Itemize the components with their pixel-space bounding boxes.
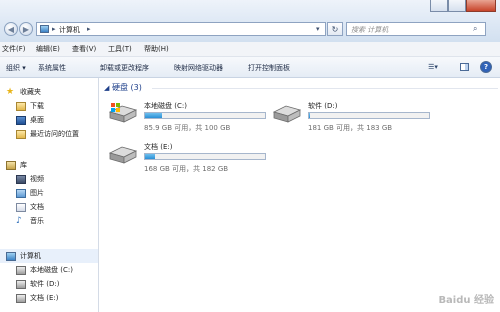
chevron-down-icon: ▾: [20, 64, 26, 72]
hard-drive-icon: [272, 105, 302, 123]
sidebar-item-desktop[interactable]: 桌面: [0, 113, 98, 127]
sidebar-item-documents[interactable]: 文档: [0, 200, 98, 214]
map-network-drive-button[interactable]: 映射网络驱动器: [174, 63, 223, 73]
chevron-down-icon: ▾: [434, 63, 438, 71]
hard-drive-icon: [16, 279, 26, 289]
sidebar-item-label: 视频: [30, 175, 44, 183]
view-options-button[interactable]: ☰ ▾: [422, 61, 444, 73]
drive-tile-e[interactable]: 文档 (E:) 168 GB 可用，共 182 GB: [108, 139, 266, 175]
help-button[interactable]: ?: [480, 61, 492, 73]
menu-view[interactable]: 查看(V): [72, 44, 96, 54]
sidebar-item-videos[interactable]: 视频: [0, 172, 98, 186]
recent-places-icon: [16, 129, 26, 139]
video-icon: [16, 174, 26, 184]
system-properties-button[interactable]: 系统属性: [38, 63, 66, 73]
sidebar-libraries[interactable]: 库: [0, 158, 98, 172]
menu-help[interactable]: 帮助(H): [144, 44, 169, 54]
star-icon: ★: [6, 86, 15, 97]
organize-label: 组织: [6, 64, 20, 72]
group-header-hard-drives[interactable]: 硬盘 (3): [112, 82, 142, 93]
computer-icon: [40, 25, 49, 33]
drive-d-usage-bar: [308, 112, 430, 119]
group-divider: [152, 88, 498, 89]
library-icon: [6, 160, 16, 170]
music-icon: ♪: [16, 215, 22, 226]
watermark: Baidu 经验: [438, 295, 494, 306]
uninstall-program-button[interactable]: 卸载或更改程序: [100, 63, 149, 73]
sidebar-item-label: 下载: [30, 102, 44, 110]
drive-d-space: 181 GB 可用，共 183 GB: [308, 124, 393, 132]
computer-icon: [6, 251, 16, 261]
open-control-panel-button[interactable]: 打开控制面板: [248, 63, 290, 73]
sidebar-item-label: 本地磁盘 (C:): [30, 266, 73, 274]
preview-pane-button[interactable]: [458, 61, 470, 73]
sidebar-item-recent-places[interactable]: 最近访问的位置: [0, 127, 98, 141]
drive-c-name: 本地磁盘 (C:): [144, 102, 187, 110]
breadcrumb-computer[interactable]: 计算机: [59, 25, 80, 35]
organize-button[interactable]: 组织 ▾: [6, 63, 26, 73]
sidebar-item-music[interactable]: ♪ 音乐: [0, 214, 98, 228]
drive-e-usage-bar: [144, 153, 266, 160]
windows-drive-icon: [108, 103, 138, 123]
sidebar-item-downloads[interactable]: 下载: [0, 99, 98, 113]
windows-drive-icon: [16, 265, 26, 275]
search-icon[interactable]: ⌕: [473, 24, 477, 34]
hard-drive-icon: [108, 146, 138, 164]
pictures-icon: [16, 188, 26, 198]
arrow-right-icon: ▶: [22, 24, 30, 34]
drive-c-usage-fill: [145, 113, 162, 118]
drive-e-usage-fill: [145, 154, 155, 159]
search-placeholder: 搜索 计算机: [351, 26, 389, 34]
sidebar-item-label: 文档: [30, 203, 44, 211]
sidebar-favorites-label: 收藏夹: [20, 88, 41, 96]
back-button[interactable]: ◀: [4, 22, 18, 36]
address-bar[interactable]: ▸ 计算机 ▸ ▾: [36, 22, 326, 36]
menu-edit[interactable]: 编辑(E): [36, 44, 60, 54]
drive-c-space: 85.9 GB 可用，共 100 GB: [144, 124, 231, 132]
drive-c-usage-bar: [144, 112, 266, 119]
sidebar-item-label: 文档 (E:): [30, 294, 59, 302]
refresh-button[interactable]: ↻: [327, 22, 343, 36]
close-button[interactable]: [466, 0, 496, 12]
collapse-arrow-icon[interactable]: ◢: [104, 84, 109, 92]
menu-tools[interactable]: 工具(T): [108, 44, 132, 54]
drive-tile-d[interactable]: 软件 (D:) 181 GB 可用，共 183 GB: [272, 98, 430, 134]
sidebar-favorites[interactable]: ★ 收藏夹: [0, 85, 98, 99]
sidebar-item-label: 音乐: [30, 217, 44, 225]
sidebar-item-label: 最近访问的位置: [30, 130, 79, 138]
refresh-icon: ↻: [331, 24, 339, 34]
chevron-right-icon: ▸: [52, 25, 56, 33]
maximize-button[interactable]: [448, 0, 466, 12]
sidebar-item-drive-c[interactable]: 本地磁盘 (C:): [0, 263, 98, 277]
drive-e-space: 168 GB 可用，共 182 GB: [144, 165, 229, 173]
arrow-left-icon: ◀: [7, 24, 15, 34]
menu-file[interactable]: 文件(F): [2, 44, 26, 54]
drive-d-name: 软件 (D:): [308, 102, 338, 110]
drive-d-usage-fill: [309, 113, 311, 118]
sidebar-item-pictures[interactable]: 图片: [0, 186, 98, 200]
hard-drive-icon: [16, 293, 26, 303]
forward-button[interactable]: ▶: [19, 22, 33, 36]
desktop-icon: [16, 115, 26, 125]
sidebar-item-drive-e[interactable]: 文档 (E:): [0, 291, 98, 305]
search-input[interactable]: 搜索 计算机 ⌕: [346, 22, 486, 36]
drive-e-name: 文档 (E:): [144, 143, 173, 151]
sidebar-item-label: 软件 (D:): [30, 280, 60, 288]
downloads-folder-icon: [16, 101, 26, 111]
help-icon: ?: [483, 63, 489, 71]
sidebar-computer[interactable]: 计算机: [0, 249, 98, 263]
sidebar-item-drive-d[interactable]: 软件 (D:): [0, 277, 98, 291]
documents-icon: [16, 202, 26, 212]
sidebar-computer-label: 计算机: [20, 252, 41, 260]
chevron-right-icon[interactable]: ▸: [87, 25, 91, 33]
drive-tile-c[interactable]: 本地磁盘 (C:) 85.9 GB 可用，共 100 GB: [108, 98, 266, 134]
chevron-down-icon[interactable]: ▾: [316, 25, 320, 33]
minimize-button[interactable]: [430, 0, 448, 12]
sidebar-item-label: 图片: [30, 189, 44, 197]
sidebar-libraries-label: 库: [20, 161, 27, 169]
preview-pane-icon: [459, 63, 469, 71]
sidebar-item-label: 桌面: [30, 116, 44, 124]
